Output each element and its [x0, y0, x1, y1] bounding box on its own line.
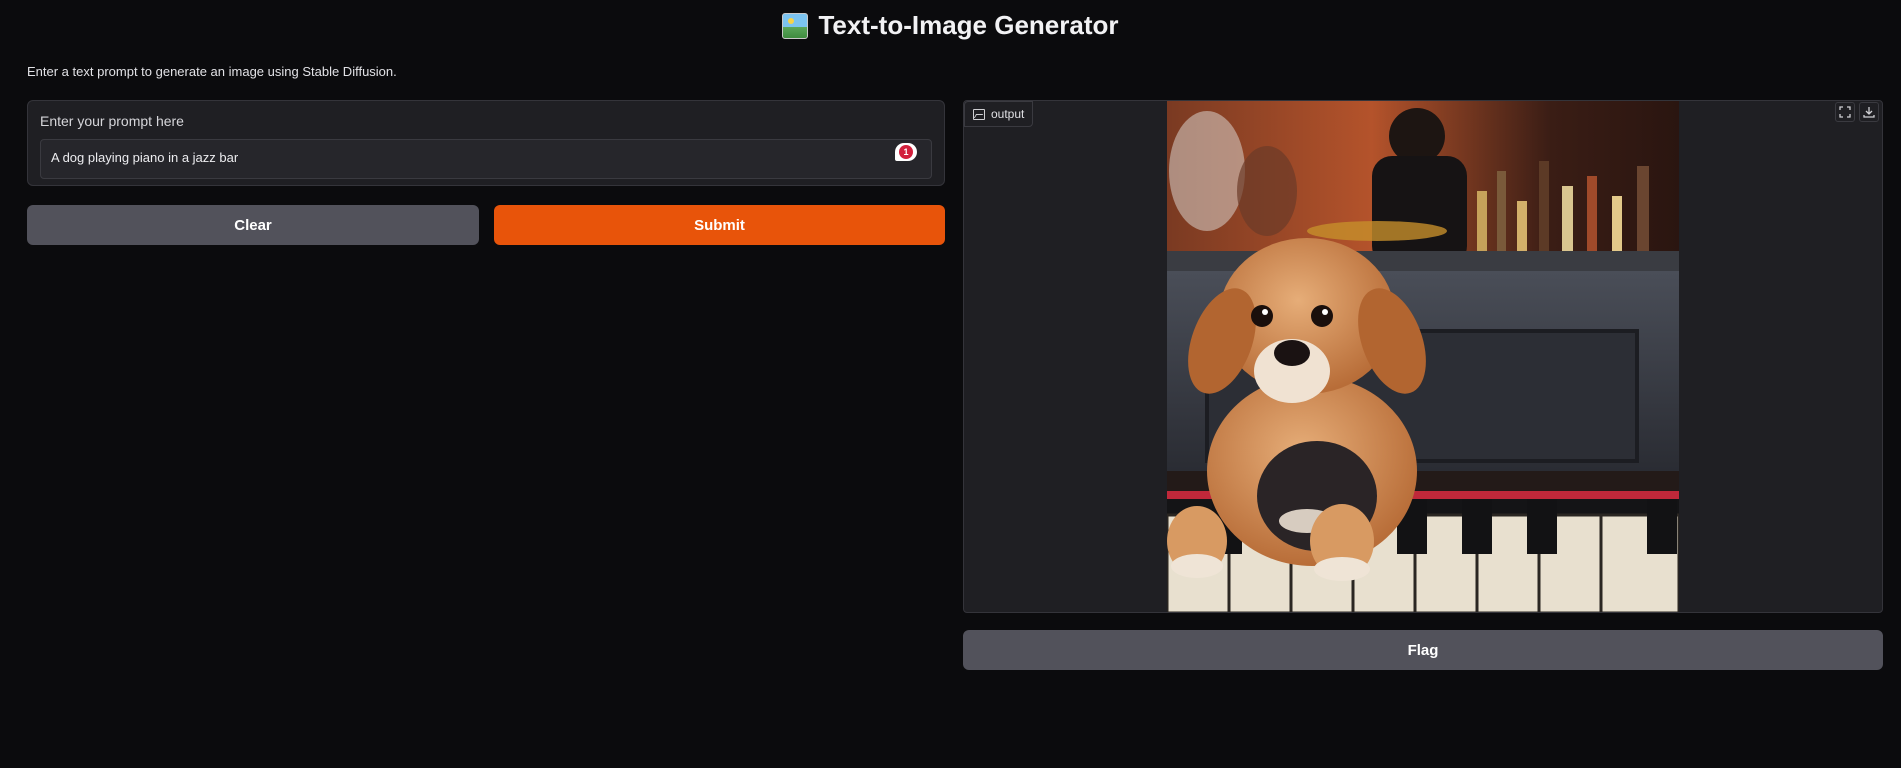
spellcheck-badge[interactable]: 1 [895, 143, 917, 161]
prompt-input-value: A dog playing piano in a jazz bar [51, 150, 239, 165]
framed-picture-icon [782, 12, 809, 39]
prompt-input[interactable]: A dog playing piano in a jazz bar 1 [40, 139, 932, 179]
output-label: output [964, 101, 1034, 127]
image-icon [973, 108, 985, 120]
download-icon [1863, 107, 1875, 118]
app-title-text: Text-to-Image Generator [818, 10, 1119, 40]
dog-playing-piano-picture [1167, 101, 1679, 612]
output-panel: output [963, 100, 1883, 613]
generated-image [1167, 101, 1679, 612]
app-description: Enter a text prompt to generate an image… [27, 64, 397, 79]
app-title: Text-to-Image Generator [0, 10, 1901, 41]
flag-button[interactable]: Flag [963, 630, 1883, 670]
spellcheck-count: 1 [899, 145, 913, 159]
fullscreen-icon [1839, 106, 1851, 118]
clear-button[interactable]: Clear [27, 205, 479, 245]
fullscreen-button[interactable] [1835, 102, 1855, 122]
output-label-text: output [991, 107, 1025, 121]
prompt-label: Enter your prompt here [40, 113, 184, 129]
download-button[interactable] [1859, 102, 1879, 122]
submit-button[interactable]: Submit [494, 205, 945, 245]
prompt-panel: Enter your prompt here A dog playing pia… [27, 100, 945, 186]
